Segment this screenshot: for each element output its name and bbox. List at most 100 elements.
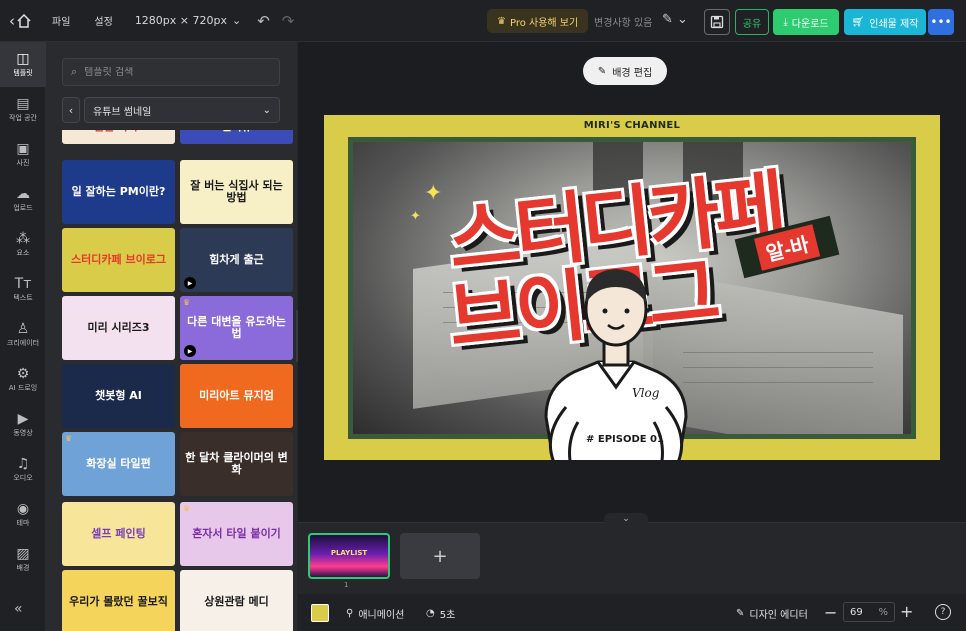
rail-item-background[interactable]: ▨ 배경 [0, 537, 46, 582]
template-thumbnail[interactable]: 다른 대변을 유도하는 법 ♛ ▶ [180, 296, 293, 360]
background-color-swatch[interactable] [311, 604, 329, 622]
pencil-icon: ✎ [597, 65, 607, 77]
zoom-in-button[interactable]: + [900, 602, 913, 621]
template-thumbnail[interactable]: 힘차게 출근 ▶ [180, 228, 293, 292]
download-label: 다운로드 [791, 18, 829, 30]
rail-label: AI 드로잉 [8, 384, 38, 392]
template-thumbnail-title: 우리가 몰랐던 꿀보직 [69, 595, 168, 608]
template-thumbnail[interactable]: 한 달차 클라이머의 변화 [180, 432, 293, 496]
template-thumbnail[interactable]: 미리아트 뮤지엄 [180, 364, 293, 428]
text-line [683, 382, 873, 383]
template-thumbnail[interactable]: 스터디카페 브이로그 ♛ [62, 228, 175, 292]
background-edit-button[interactable]: ✎ 배경 편집 [583, 57, 667, 85]
template-thumbnail-title: 미리아트 뮤지엄 [199, 389, 274, 402]
zoom-unit: % [878, 606, 888, 618]
template-thumbnail[interactable]: 우리가 몰랐던 꿀보직 [62, 570, 175, 631]
more-options-icon[interactable]: ••• [928, 9, 954, 35]
strip-toggle-icon[interactable]: ⌄ [604, 513, 648, 525]
rail-label: 크리에이터 [6, 339, 40, 347]
zoom-input[interactable]: 69 % [843, 602, 895, 622]
page-thumbnail-title: PLAYLIST [330, 549, 368, 557]
print-order-button[interactable]: 🛒︎ 인쇄물 제작 [844, 9, 926, 35]
template-grid: 쌀쌀 가자! 인터뷰일 잘하는 PM이란? 잘 버는 식집사 되는 방법스터디카페 … [62, 130, 294, 631]
template-thumbnail[interactable]: 혼자서 타일 붙이기 ♛ [180, 502, 293, 566]
canvas-size-dropdown[interactable]: 1280px × 720px ⌄ [125, 14, 251, 27]
collapse-panel-icon[interactable]: « [14, 601, 23, 617]
background-edit-label: 배경 편집 [612, 67, 653, 79]
redo-icon[interactable]: ↷ [276, 12, 301, 30]
download-button[interactable]: ⤓ 다운로드 [773, 9, 839, 35]
print-order-label: 인쇄물 제작 [869, 18, 919, 30]
category-dropdown[interactable]: 유튜브 썸네일 ⌄ [84, 97, 280, 123]
rail-item-audio[interactable]: ♫ 오디오 [0, 447, 46, 492]
home-button[interactable]: ‹ [0, 0, 40, 42]
rail-label: 사진 [16, 159, 30, 167]
rail-label: 템플릿 [13, 69, 33, 77]
search-icon: ⌕ [71, 65, 78, 78]
animation-button[interactable]: ⚲ 애니메이션 [346, 606, 404, 621]
rail-item-creator[interactable]: ♙ 크리에이터 [0, 312, 46, 357]
template-thumbnail-title: 미리 시리즈3 [87, 321, 150, 334]
sparkle-icon: ✦ [410, 209, 421, 224]
video-icon: ▶ [17, 411, 29, 427]
rail-item-ai-drawing[interactable]: ⚙ AI 드로잉 [0, 357, 46, 402]
upload-icon: ☁ [16, 186, 30, 202]
template-thumbnail[interactable]: 쌀쌀 가자! [62, 130, 175, 144]
pro-trial-button[interactable]: ♛ Pro 사용해 보기 [487, 9, 589, 33]
menu-settings[interactable]: 설정 [82, 13, 124, 28]
editor-app: ‹ 파일 설정 1280px × 720px ⌄ ↶ ↷ ♛ Pro 사용해 보… [0, 0, 966, 631]
elements-icon: ⁂ [16, 231, 30, 247]
page-thumbnail[interactable]: PLAYLIST [308, 533, 390, 579]
template-thumbnail[interactable]: 인터뷰 [180, 130, 293, 144]
template-thumbnail-title: 잘 버는 식집사 되는 방법 [190, 179, 283, 204]
template-thumbnail-title: 혼자서 타일 붙이기 [192, 527, 281, 540]
duration-label: 5초 [439, 610, 456, 621]
template-thumbnail-title: 셀프 페인팅 [91, 527, 146, 540]
rail-item-upload[interactable]: ☁ 업로드 [0, 177, 46, 222]
template-thumbnail[interactable]: 잘 버는 식집사 되는 방법 [180, 160, 293, 224]
rail-item-elements[interactable]: ⁂ 요소 [0, 222, 46, 267]
rail-item-photo[interactable]: ▣ 사진 [0, 132, 46, 177]
photo-frame[interactable]: ✦ ✦ 스터디카페 브이로그 알-바 Vlog # EPISODE 01 [348, 137, 916, 460]
template-thumbnail[interactable]: 화장실 타일편 ♛ [62, 432, 175, 496]
text-line [683, 352, 873, 353]
save-icon[interactable] [704, 9, 730, 35]
template-thumbnail[interactable]: 셀프 페인팅 [62, 502, 175, 566]
duration-button[interactable]: ◔ 5초 [426, 606, 455, 621]
template-thumbnail[interactable]: 상원관람 메디 [180, 570, 293, 631]
share-button[interactable]: 공유 [735, 9, 769, 35]
rail-label: 동영상 [13, 429, 33, 437]
design-editor-button[interactable]: ✎ 디자인 에디터 [736, 606, 808, 621]
rail-item-workspace[interactable]: ▤ 작업 공간 [0, 87, 46, 132]
rail-item-template[interactable]: ◫ 템플릿 [0, 42, 46, 87]
play-icon: ▶ [184, 345, 196, 357]
rail-item-video[interactable]: ▶ 동영상 [0, 402, 46, 447]
theme-icon: ◉ [16, 501, 30, 517]
canvas-size-label: 1280px × 720px [134, 14, 227, 27]
template-thumbnail[interactable]: 챗봇형 AI [62, 364, 175, 428]
design-canvas[interactable]: MIRI'S CHANNEL ✦ ✦ 스터디카페 브이로그 알-바 Vlog #… [324, 115, 940, 460]
template-panel: ⌕ ‹ 유튜브 썸네일 ⌄ 쌀쌀 가자! 인터뷰일 잘하는 PM이란? 잘 버는 식… [46, 42, 298, 631]
add-page-button[interactable]: + [400, 533, 480, 579]
channel-name[interactable]: MIRI'S CHANNEL [324, 120, 940, 131]
design-editor-label: 디자인 에디터 [749, 610, 808, 621]
undo-icon[interactable]: ↶ [251, 12, 276, 30]
template-search-input[interactable] [84, 66, 265, 78]
template-thumbnail[interactable]: 일 잘하는 PM이란? [62, 160, 175, 224]
top-bar: ‹ 파일 설정 1280px × 720px ⌄ ↶ ↷ ♛ Pro 사용해 보… [0, 0, 966, 42]
brush-icon: ✎ [736, 608, 745, 619]
workspace-icon: ▤ [16, 96, 30, 112]
side-rail: ◫ 템플릿 ▤ 작업 공간 ▣ 사진 ☁ 업로드 ⁂ 요소 Tт 텍스트 ♙ 크… [0, 42, 46, 631]
rail-item-text[interactable]: Tт 텍스트 [0, 267, 46, 312]
category-back-button[interactable]: ‹ [62, 97, 80, 123]
template-thumbnail[interactable]: 미리 시리즈3 [62, 296, 175, 360]
zoom-out-button[interactable]: − [824, 603, 837, 622]
rail-label: 업로드 [13, 204, 33, 212]
rail-item-theme[interactable]: ◉ 테마 [0, 492, 46, 537]
pen-tool-icon[interactable]: ✎ ⌄ [662, 12, 688, 27]
episode-label[interactable]: # EPISODE 01 [586, 434, 664, 445]
rail-label: 오디오 [13, 474, 33, 482]
menu-file[interactable]: 파일 [40, 13, 82, 28]
help-icon[interactable]: ? [935, 604, 951, 620]
person-illustration[interactable]: Vlog [536, 237, 696, 460]
